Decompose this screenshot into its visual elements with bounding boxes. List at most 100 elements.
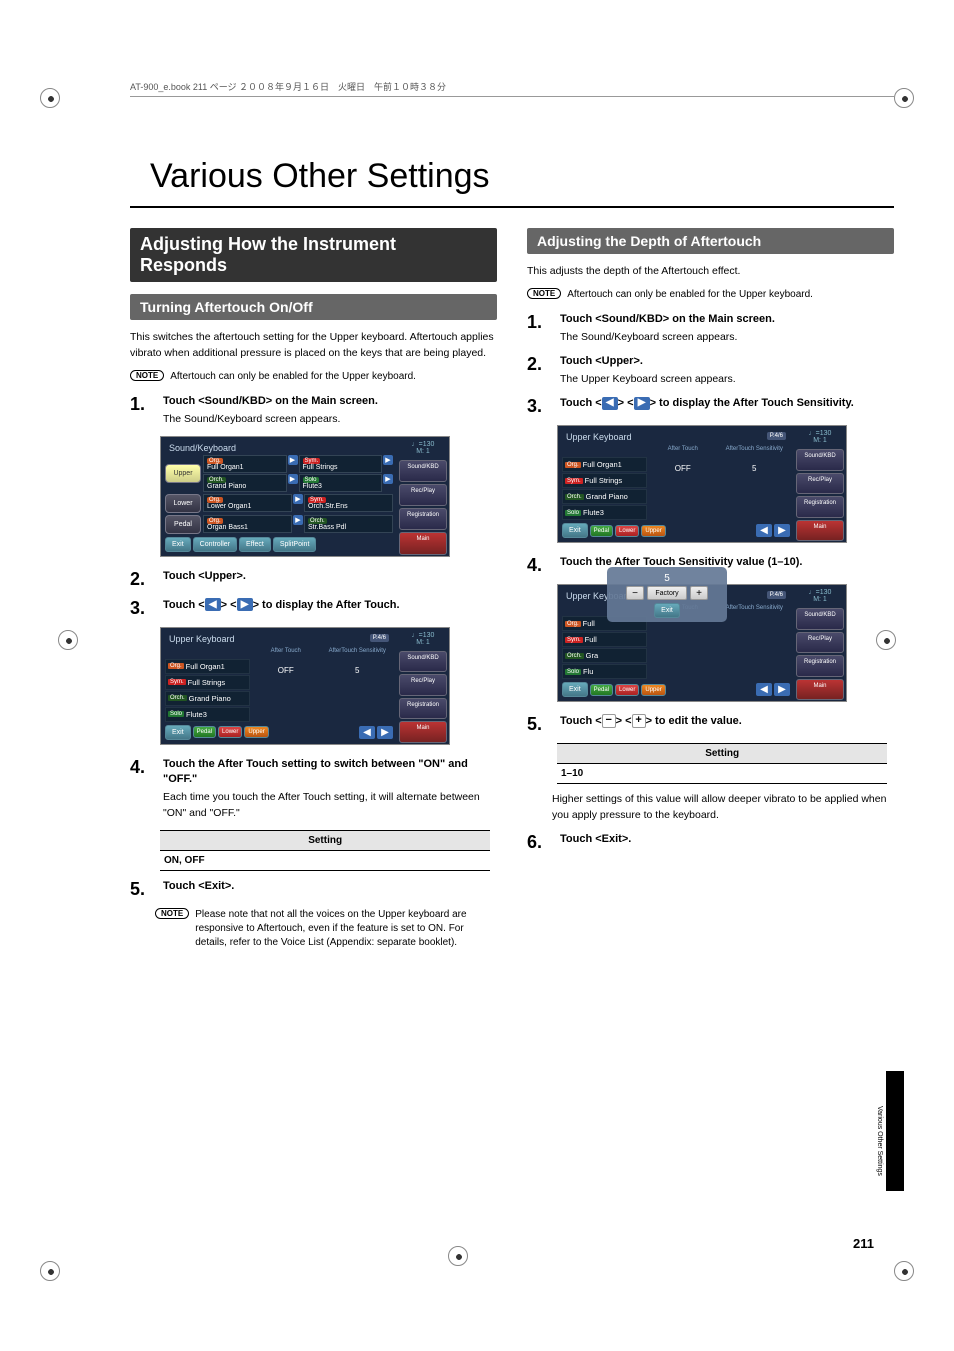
part-upper-button[interactable]: Upper bbox=[165, 464, 201, 483]
plus-button[interactable]: + bbox=[690, 586, 708, 600]
tempo-display: ♩=130M: 1 bbox=[794, 426, 846, 448]
col-header: AfterTouch Sensitivity bbox=[719, 444, 791, 454]
step-number: 5. bbox=[527, 714, 552, 735]
main-button[interactable]: Main bbox=[399, 532, 447, 554]
recplay-button[interactable]: Rec/Play bbox=[399, 484, 447, 506]
soundkbd-button[interactable]: Sound/KBD bbox=[399, 651, 447, 673]
voice-row[interactable]: Orch.Grand Piano bbox=[165, 691, 250, 706]
page-title: Various Other Settings bbox=[150, 157, 894, 196]
step-title: Touch the After Touch setting to switch … bbox=[163, 757, 497, 788]
left-arrow-icon[interactable]: ◀ bbox=[602, 397, 618, 410]
exit-button[interactable]: Exit bbox=[562, 523, 588, 538]
step-title: Touch <◀> <▶> to display the After Touch… bbox=[560, 396, 894, 411]
popup-exit-button[interactable]: Exit bbox=[654, 603, 680, 618]
left-arrow-icon[interactable]: ◀ bbox=[205, 598, 221, 611]
upper-tab[interactable]: Upper bbox=[641, 525, 665, 537]
upper-tab[interactable]: Upper bbox=[244, 726, 268, 738]
factory-button[interactable]: Factory bbox=[647, 586, 687, 600]
step-number: 1. bbox=[130, 394, 155, 428]
chapter-tab bbox=[886, 1071, 904, 1191]
lower-tab[interactable]: Lower bbox=[615, 525, 639, 537]
col-value[interactable]: OFF bbox=[250, 656, 322, 675]
plus-icon[interactable]: + bbox=[632, 714, 646, 728]
right-arrow-icon[interactable]: ▶ bbox=[377, 726, 393, 739]
upper-tab[interactable]: Upper bbox=[641, 684, 665, 696]
play-icon[interactable]: ▶ bbox=[383, 455, 393, 465]
left-arrow-icon[interactable]: ◀ bbox=[756, 683, 772, 696]
right-arrow-icon[interactable]: ▶ bbox=[237, 598, 253, 611]
voice-row[interactable]: Sym.Full Strings bbox=[562, 473, 647, 488]
step-title: Touch <◀> <▶> to display the After Touch… bbox=[163, 598, 497, 613]
screenshot-upper-keyboard: Upper KeyboardP.4/6 Org.Full Organ1 Sym.… bbox=[160, 627, 450, 745]
play-icon[interactable]: ▶ bbox=[288, 474, 298, 484]
minus-icon[interactable]: − bbox=[602, 714, 616, 728]
col-header: After Touch bbox=[250, 646, 322, 656]
splitpoint-button[interactable]: SplitPoint bbox=[273, 537, 317, 552]
registration-button[interactable]: Registration bbox=[399, 508, 447, 530]
recplay-button[interactable]: Rec/Play bbox=[399, 674, 447, 696]
page-number: 211 bbox=[853, 1236, 874, 1251]
main-button[interactable]: Main bbox=[796, 520, 844, 542]
pedal-tab[interactable]: Pedal bbox=[193, 726, 216, 738]
page-indicator: P.4/6 bbox=[767, 432, 786, 440]
voice-cell[interactable]: Org.Full Organ1 bbox=[203, 455, 287, 473]
voice-cell[interactable]: Sym.Full Strings bbox=[299, 455, 383, 473]
screenshot-sensitivity-popup: Upper KeyboardP.4/6 Org.Full Sym.Full Or… bbox=[557, 584, 847, 702]
minus-button[interactable]: − bbox=[626, 586, 644, 600]
right-arrow-icon[interactable]: ▶ bbox=[774, 524, 790, 537]
registration-button[interactable]: Registration bbox=[399, 698, 447, 720]
left-arrow-icon[interactable]: ◀ bbox=[756, 524, 772, 537]
right-arrow-icon[interactable]: ▶ bbox=[774, 683, 790, 696]
voice-cell[interactable]: Org.Organ Bass1 bbox=[203, 515, 292, 533]
voice-row[interactable]: Sym.Full Strings bbox=[165, 675, 250, 690]
pedal-tab[interactable]: Pedal bbox=[590, 684, 613, 696]
voice-cell[interactable]: Org.Lower Organ1 bbox=[203, 494, 292, 512]
exit-button[interactable]: Exit bbox=[165, 537, 191, 552]
lower-tab[interactable]: Lower bbox=[218, 726, 242, 738]
registration-button[interactable]: Registration bbox=[796, 496, 844, 518]
voice-row[interactable]: Orch.Grand Piano bbox=[562, 489, 647, 504]
voice-row[interactable]: SoloFlute3 bbox=[562, 505, 647, 520]
col-value[interactable]: 5 bbox=[322, 656, 394, 675]
left-arrow-icon[interactable]: ◀ bbox=[359, 726, 375, 739]
part-lower-button[interactable]: Lower bbox=[165, 494, 201, 513]
soundkbd-button[interactable]: Sound/KBD bbox=[796, 608, 844, 630]
part-pedal-button[interactable]: Pedal bbox=[165, 515, 201, 534]
col-value[interactable]: 5 bbox=[719, 454, 791, 473]
pedal-tab[interactable]: Pedal bbox=[590, 525, 613, 537]
play-icon[interactable]: ▶ bbox=[293, 515, 303, 525]
soundkbd-button[interactable]: Sound/KBD bbox=[399, 460, 447, 482]
controller-button[interactable]: Controller bbox=[193, 537, 237, 552]
main-button[interactable]: Main bbox=[399, 721, 447, 743]
play-icon[interactable]: ▶ bbox=[288, 455, 298, 465]
recplay-button[interactable]: Rec/Play bbox=[796, 473, 844, 495]
col-value[interactable]: OFF bbox=[647, 454, 719, 473]
play-icon[interactable]: ▶ bbox=[293, 494, 303, 504]
voice-cell[interactable]: Orch.Str.Bass Pdl bbox=[304, 515, 393, 533]
section-heading: Adjusting How the Instrument Responds bbox=[130, 228, 497, 282]
voice-cell[interactable]: Orch.Grand Piano bbox=[203, 474, 287, 492]
voice-row[interactable]: Org.Full Organ1 bbox=[562, 457, 647, 472]
table-cell: 1–10 bbox=[557, 764, 887, 784]
voice-cell[interactable]: Sym.Orch.Str.Ens bbox=[304, 494, 393, 512]
lower-tab[interactable]: Lower bbox=[615, 684, 639, 696]
step-desc: The Sound/Keyboard screen appears. bbox=[163, 412, 497, 428]
effect-button[interactable]: Effect bbox=[239, 537, 271, 552]
exit-button[interactable]: Exit bbox=[562, 682, 588, 697]
soundkbd-button[interactable]: Sound/KBD bbox=[796, 449, 844, 471]
value-popup: 5 − Factory + Exit bbox=[607, 567, 727, 622]
recplay-button[interactable]: Rec/Play bbox=[796, 632, 844, 654]
voice-row[interactable]: SoloFlute3 bbox=[165, 707, 250, 722]
voice-row[interactable]: Org.Full Organ1 bbox=[165, 659, 250, 674]
tempo-display: ♩=130M: 1 bbox=[397, 628, 449, 650]
step-desc: Each time you touch the After Touch sett… bbox=[163, 790, 497, 822]
note-row: NOTE Aftertouch can only be enabled for … bbox=[527, 288, 894, 302]
right-arrow-icon[interactable]: ▶ bbox=[634, 397, 650, 410]
step-title: Touch <Upper>. bbox=[560, 354, 894, 369]
voice-cell[interactable]: SoloFlute3 bbox=[299, 474, 383, 492]
main-button[interactable]: Main bbox=[796, 679, 844, 701]
play-icon[interactable]: ▶ bbox=[383, 474, 393, 484]
exit-button[interactable]: Exit bbox=[165, 725, 191, 740]
screenshot-upper-keyboard-sensitivity: Upper KeyboardP.4/6 Org.Full Organ1 Sym.… bbox=[557, 425, 847, 543]
registration-button[interactable]: Registration bbox=[796, 655, 844, 677]
